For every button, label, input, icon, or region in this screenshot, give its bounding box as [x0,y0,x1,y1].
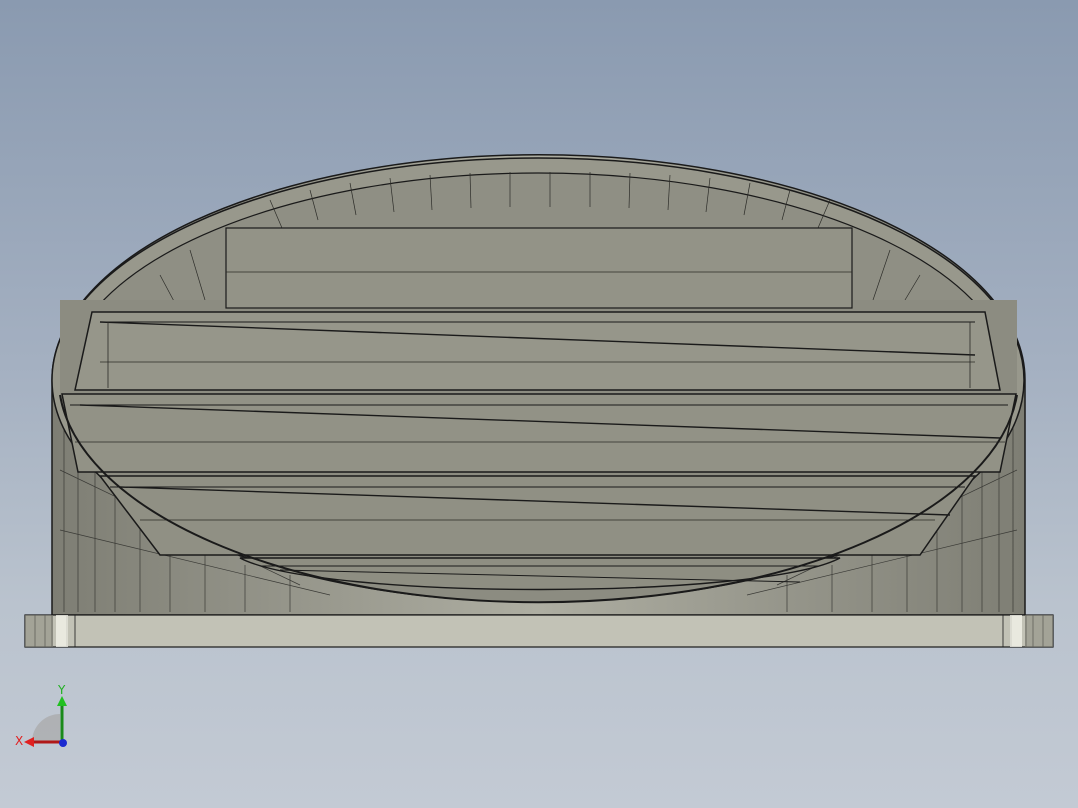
y-axis-label: Y [57,683,66,697]
louver-3 [98,475,977,556]
louver-1 [74,311,1001,391]
vent-model[interactable] [0,0,1078,808]
base-flange [24,614,1054,648]
graphics-viewport[interactable]: Y X [0,0,1078,808]
z-axis-dot [59,739,67,747]
back-panel [225,227,853,309]
x-axis-label: X [15,734,23,748]
coordinate-triad: Y X [15,683,67,748]
louver-2 [61,393,1017,473]
